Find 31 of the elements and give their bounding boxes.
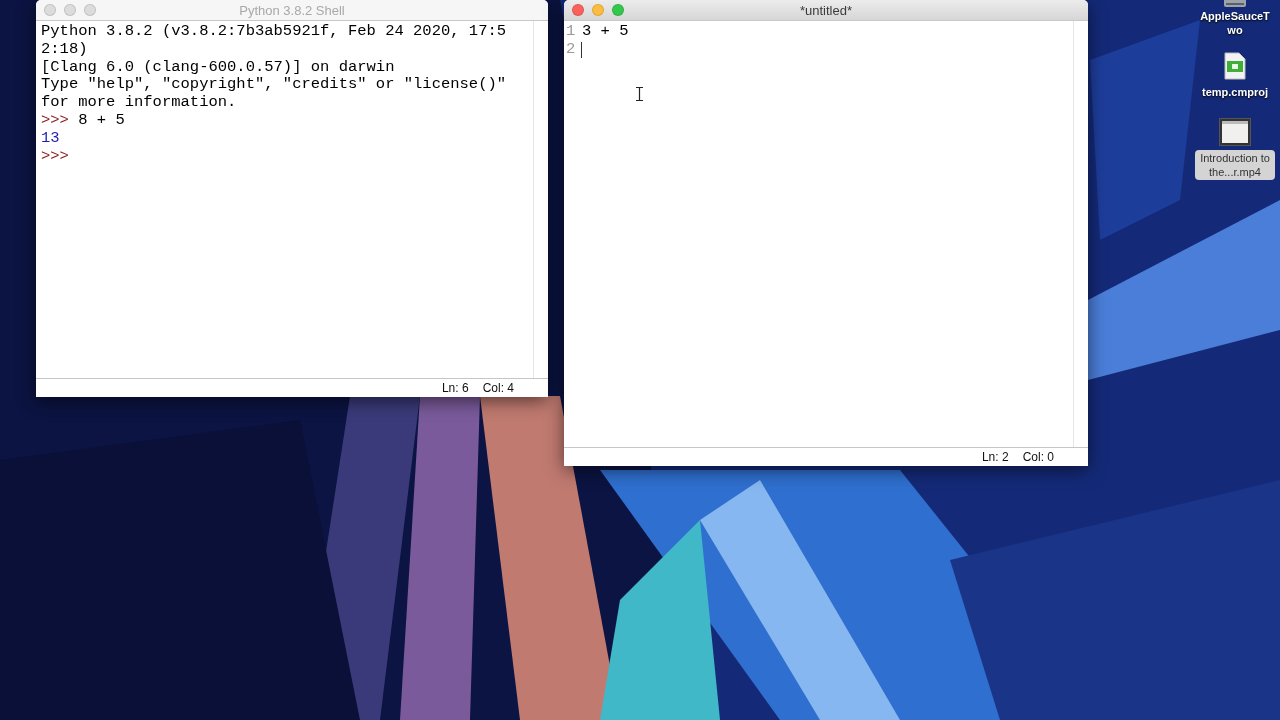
zoom-button[interactable] bbox=[612, 4, 624, 16]
result-text: 13 bbox=[41, 129, 60, 148]
prompt: >>> bbox=[41, 112, 69, 130]
drive-icon bbox=[1223, 0, 1247, 8]
output-text: Type "help", "copyright", "credits" or "license()" bbox=[41, 76, 507, 95]
close-button[interactable] bbox=[572, 4, 584, 16]
input-code: 8 + 5 bbox=[78, 112, 125, 130]
zoom-button[interactable] bbox=[84, 4, 96, 16]
prompt: >>> bbox=[41, 147, 69, 166]
file-icon bbox=[1224, 52, 1246, 80]
output-text: [Clang 6.0 (clang-600.0.57)] on darwin bbox=[41, 58, 395, 77]
output-text: 2:18) bbox=[41, 40, 88, 59]
column-indicator: Col: 0 bbox=[1022, 450, 1054, 464]
minimize-button[interactable] bbox=[592, 4, 604, 16]
line-number: 2 bbox=[566, 40, 577, 59]
line-indicator: Ln: 2 bbox=[981, 450, 1009, 464]
window-title: *untitled* bbox=[799, 2, 852, 18]
minimize-button[interactable] bbox=[64, 4, 76, 16]
video-thumbnail-icon bbox=[1219, 118, 1251, 146]
output-text: for more information. bbox=[41, 94, 237, 112]
line-number: 1 bbox=[566, 23, 577, 41]
window-title: Python 3.8.2 Shell bbox=[239, 2, 345, 18]
line-indicator: Ln: 6 bbox=[441, 381, 469, 395]
close-button[interactable] bbox=[44, 4, 56, 16]
code-text: 3 + 5 bbox=[582, 23, 629, 41]
desktop-icon-label[interactable]: Introduction to the...r.mp4 bbox=[1195, 150, 1275, 180]
ibeam-cursor-icon bbox=[636, 87, 643, 101]
column-indicator: Col: 4 bbox=[482, 381, 514, 395]
desktop-icon-label[interactable]: AppleSauceTwo bbox=[1195, 8, 1275, 38]
desktop-icon-label[interactable]: temp.cmproj bbox=[1195, 84, 1275, 100]
output-text: Python 3.8.2 (v3.8.2:7b3ab5921f, Feb 24 2020, 17:5 bbox=[41, 23, 507, 41]
